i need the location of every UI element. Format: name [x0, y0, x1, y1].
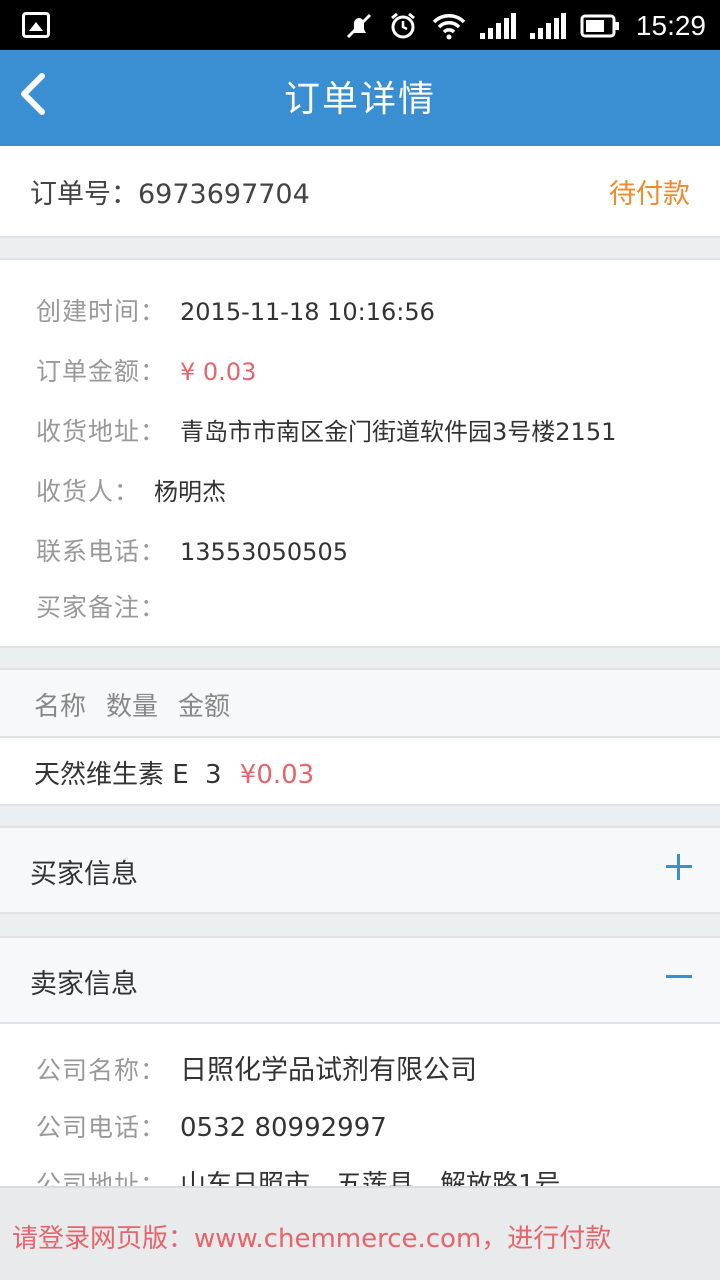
seller-info-title: 卖家信息 — [30, 969, 138, 1000]
order-detail-card: 创建时间： 2015-11-18 10:16:56 订单金额： ¥ 0.03 收… — [0, 258, 720, 648]
detail-label: 收货地址： — [36, 417, 167, 446]
detail-value: 青岛市市南区金门街道软件园3号楼2151 — [180, 418, 617, 446]
buyer-info-section[interactable]: 买家信息 — [0, 826, 720, 914]
expand-plus-icon[interactable] — [666, 854, 692, 880]
payment-notice-text: 请登录网页版：www.chemmerce.com，进行付款 — [12, 1224, 612, 1254]
column-header-amount: 金额 — [178, 692, 231, 722]
detail-row-buyer-note: 买家备注： — [36, 588, 180, 624]
seller-info-card: 公司名称： 日照化学品试剂有限公司 公司电话： 0532 80992997 公司… — [0, 1024, 720, 1194]
order-status-badge: 待付款 — [609, 179, 690, 210]
goods-name: 天然维生素 E — [34, 760, 189, 790]
order-summary-card: 订单号：6973697704 待付款 — [0, 146, 720, 238]
payment-notice-bar: 请登录网页版：www.chemmerce.com，进行付款 — [0, 1186, 720, 1280]
wifi-icon — [432, 14, 466, 40]
app-bar: 订单详情 — [0, 50, 720, 146]
image-notification-icon — [22, 12, 50, 38]
status-icons: 15:29 — [344, 8, 706, 44]
order-number: 订单号：6973697704 — [30, 179, 310, 210]
table-row: 天然维生素 E 3 ¥0.03 — [34, 754, 314, 791]
detail-row-address: 收货地址： 青岛市市南区金门街道软件园3号楼2151 — [36, 412, 616, 448]
detail-row-order-amount: 订单金额： ¥ 0.03 — [36, 352, 256, 388]
seller-value: 0532 80992997 — [180, 1113, 387, 1143]
back-button[interactable] — [10, 64, 70, 124]
detail-row-created-time: 创建时间： 2015-11-18 10:16:56 — [36, 292, 435, 328]
detail-value-price: ¥ 0.03 — [180, 358, 257, 386]
collapse-minus-icon[interactable] — [666, 964, 692, 990]
status-time: 15:29 — [635, 10, 706, 41]
column-header-quantity: 数量 — [106, 692, 159, 722]
buyer-info-title: 买家信息 — [30, 859, 138, 890]
back-chevron-icon — [21, 73, 45, 115]
detail-label: 买家备注： — [36, 593, 167, 622]
detail-value: 杨明杰 — [154, 478, 227, 506]
detail-label: 收货人： — [36, 477, 141, 506]
detail-label: 联系电话： — [36, 537, 167, 566]
page-title: 订单详情 — [283, 79, 436, 120]
seller-label: 公司名称： — [36, 1056, 167, 1085]
detail-value: 2015-11-18 10:16:56 — [180, 298, 435, 326]
goods-amount: ¥0.03 — [239, 760, 315, 790]
goods-quantity: 3 — [204, 760, 222, 790]
signal-icon-2 — [529, 13, 566, 39]
detail-label: 订单金额： — [36, 357, 167, 386]
seller-row-company-phone: 公司电话： 0532 80992997 — [36, 1108, 387, 1144]
seller-row-company-name: 公司名称： 日照化学品试剂有限公司 — [36, 1048, 477, 1087]
seller-value: 日照化学品试剂有限公司 — [180, 1055, 478, 1086]
status-bar: 15:29 — [0, 0, 720, 50]
mute-icon — [346, 13, 371, 39]
seller-info-section[interactable]: 卖家信息 — [0, 936, 720, 1024]
seller-label: 公司电话： — [36, 1113, 167, 1142]
battery-icon — [580, 14, 619, 38]
goods-table: 名称 数量 金额 天然维生素 E 3 ¥0.03 — [0, 668, 720, 806]
detail-row-recipient: 收货人： 杨明杰 — [36, 472, 226, 508]
goods-table-header: 名称 数量 金额 — [0, 670, 720, 738]
signal-icon — [479, 13, 516, 39]
detail-value: 13553050505 — [180, 538, 348, 566]
detail-label: 创建时间： — [36, 297, 167, 326]
column-header-name: 名称 — [34, 692, 87, 722]
detail-row-phone: 联系电话： 13553050505 — [36, 532, 348, 568]
alarm-icon — [390, 12, 415, 39]
